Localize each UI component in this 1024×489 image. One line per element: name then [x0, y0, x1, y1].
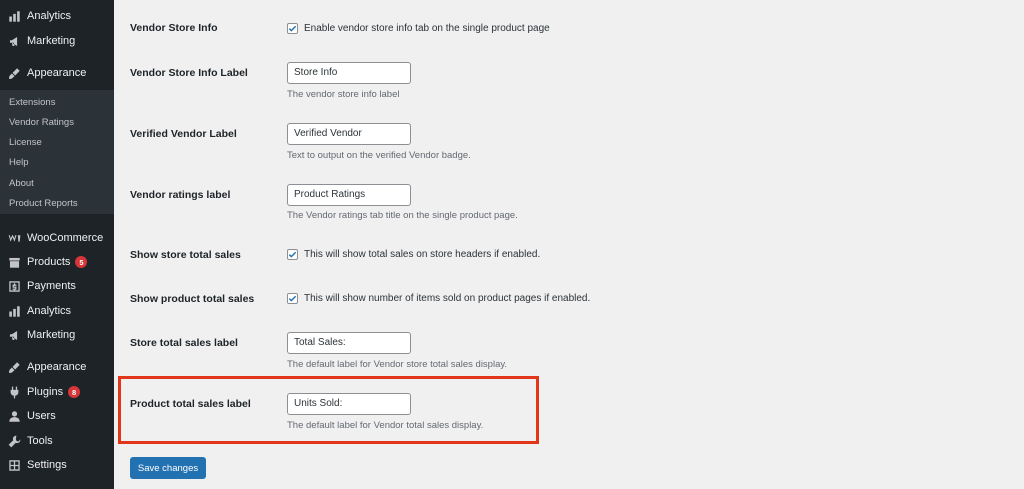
checkmark-icon — [288, 251, 297, 258]
menu-item-label: Analytics — [27, 10, 72, 22]
menu-item-users[interactable]: Users — [0, 404, 114, 428]
vendor-store-info-label-input[interactable]: Store Info — [287, 62, 411, 84]
menu-item-tools[interactable]: Tools — [0, 429, 114, 453]
show-store-total-sales-text: This will show total sales on store head… — [304, 249, 541, 260]
vendor-ratings-label-title: Vendor ratings label — [130, 189, 231, 201]
store-total-sales-label-description: The default label for Vendor store total… — [287, 359, 508, 370]
menu-item-label: Products — [27, 256, 71, 268]
menu-item-label: Plugins — [27, 386, 64, 398]
verified-vendor-label-title: Verified Vendor Label — [130, 128, 237, 140]
submenu-item-about[interactable]: About — [9, 178, 34, 189]
checkmark-icon — [288, 25, 297, 32]
show-product-total-sales-text: This will show number of items sold on p… — [304, 293, 591, 304]
vendor-store-info-label-title: Vendor Store Info Label — [130, 67, 248, 79]
menu-item-appearance-2[interactable]: Appearance — [0, 355, 114, 379]
settings-icon — [7, 458, 21, 472]
menu-item-label: Tools — [27, 435, 53, 447]
menu-item-marketing-2[interactable]: Marketing — [0, 323, 114, 347]
menu-item-analytics[interactable]: Analytics — [0, 4, 114, 28]
menu-item-label: Marketing — [27, 35, 76, 47]
product-total-sales-label-input[interactable]: Units Sold: — [287, 393, 411, 415]
menu-item-plugins[interactable]: Plugins 8 — [0, 380, 114, 404]
products-count-badge: 5 — [75, 256, 88, 268]
appearance-submenu: Extensions Vendor Ratings License Help A… — [0, 90, 114, 214]
checkmark-icon — [288, 295, 297, 302]
menu-item-label: Appearance — [27, 67, 87, 79]
product-total-sales-label-title: Product total sales label — [130, 398, 251, 410]
vendor-ratings-label-input[interactable]: Product Ratings — [287, 184, 411, 206]
menu-item-settings[interactable]: Settings — [0, 453, 114, 477]
show-product-total-sales-label: Show product total sales — [130, 293, 255, 305]
store-total-sales-label-title: Store total sales label — [130, 337, 238, 349]
menu-item-woocommerce[interactable]: WooCommerce — [0, 226, 114, 250]
analytics-icon — [7, 304, 21, 318]
menu-item-label: Appearance — [27, 361, 87, 373]
submenu-item-license[interactable]: License — [9, 137, 42, 148]
submenu-item-vendor-ratings[interactable]: Vendor Ratings — [9, 117, 74, 128]
menu-item-products[interactable]: Products 5 — [0, 250, 114, 274]
menu-item-label: Settings — [27, 459, 67, 471]
vendor-ratings-label-description: The Vendor ratings tab title on the sing… — [287, 210, 518, 221]
submenu-item-help[interactable]: Help — [9, 157, 29, 168]
menu-item-label: Analytics — [27, 305, 72, 317]
menu-item-appearance[interactable]: Appearance — [0, 61, 114, 85]
woocommerce-icon — [7, 231, 21, 245]
archive-icon — [7, 255, 21, 269]
verified-vendor-label-description: Text to output on the verified Vendor ba… — [287, 150, 471, 161]
product-total-sales-label-description: The default label for Vendor total sales… — [287, 420, 484, 431]
plugins-count-badge: 8 — [68, 386, 81, 398]
verified-vendor-label-input[interactable]: Verified Vendor — [287, 123, 411, 145]
store-total-sales-label-input[interactable]: Total Sales: — [287, 332, 411, 354]
show-store-total-sales-label: Show store total sales — [130, 249, 241, 261]
vendor-store-info-checkbox[interactable] — [287, 23, 298, 34]
menu-item-payments[interactable]: Payments — [0, 274, 114, 298]
users-icon — [7, 409, 21, 423]
megaphone-icon — [7, 34, 21, 48]
submenu-item-extensions[interactable]: Extensions — [9, 97, 55, 108]
vendor-store-info-label: Vendor Store Info — [130, 22, 218, 34]
menu-item-analytics-2[interactable]: Analytics — [0, 299, 114, 323]
save-changes-button[interactable]: Save changes — [130, 457, 206, 479]
menu-item-marketing[interactable]: Marketing — [0, 29, 114, 53]
tools-icon — [7, 434, 21, 448]
vendor-store-info-text: Enable vendor store info tab on the sing… — [304, 23, 550, 34]
brush-icon — [7, 66, 21, 80]
brush-icon — [7, 360, 21, 374]
analytics-icon — [7, 9, 21, 23]
menu-item-label: Payments — [27, 280, 76, 292]
menu-item-label: Marketing — [27, 329, 76, 341]
payments-icon — [7, 279, 21, 293]
megaphone-icon — [7, 328, 21, 342]
show-store-total-sales-checkbox[interactable] — [287, 249, 298, 260]
plugin-icon — [7, 385, 21, 399]
vendor-store-info-label-description: The vendor store info label — [287, 89, 400, 100]
admin-sidebar: Analytics Marketing Appearance Extension… — [0, 0, 114, 489]
menu-item-label: WooCommerce — [27, 232, 104, 244]
submenu-item-product-reports[interactable]: Product Reports — [9, 198, 78, 209]
menu-item-label: Users — [27, 410, 56, 422]
show-product-total-sales-checkbox[interactable] — [287, 293, 298, 304]
